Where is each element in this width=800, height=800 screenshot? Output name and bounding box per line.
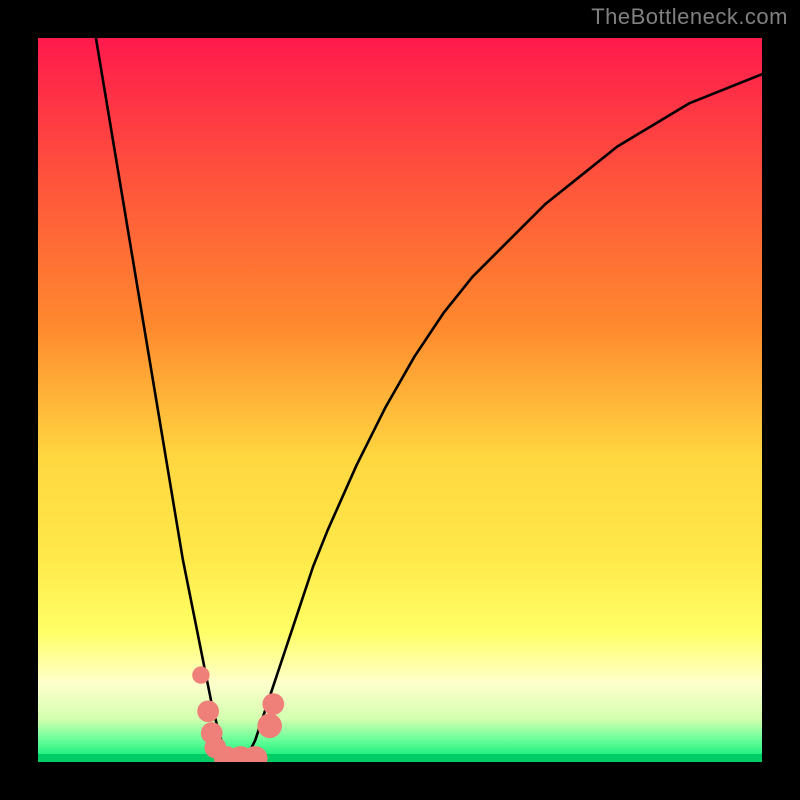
baseline-band bbox=[38, 754, 762, 762]
highlight-dot bbox=[257, 713, 282, 738]
chart-frame: TheBottleneck.com bbox=[0, 0, 800, 800]
highlight-dot bbox=[192, 666, 209, 683]
highlight-dot bbox=[197, 700, 219, 722]
gradient-background bbox=[38, 38, 762, 762]
plot-area bbox=[38, 38, 762, 762]
highlight-dot bbox=[262, 693, 284, 715]
watermark-text: TheBottleneck.com bbox=[591, 4, 788, 30]
chart-svg bbox=[38, 38, 762, 762]
